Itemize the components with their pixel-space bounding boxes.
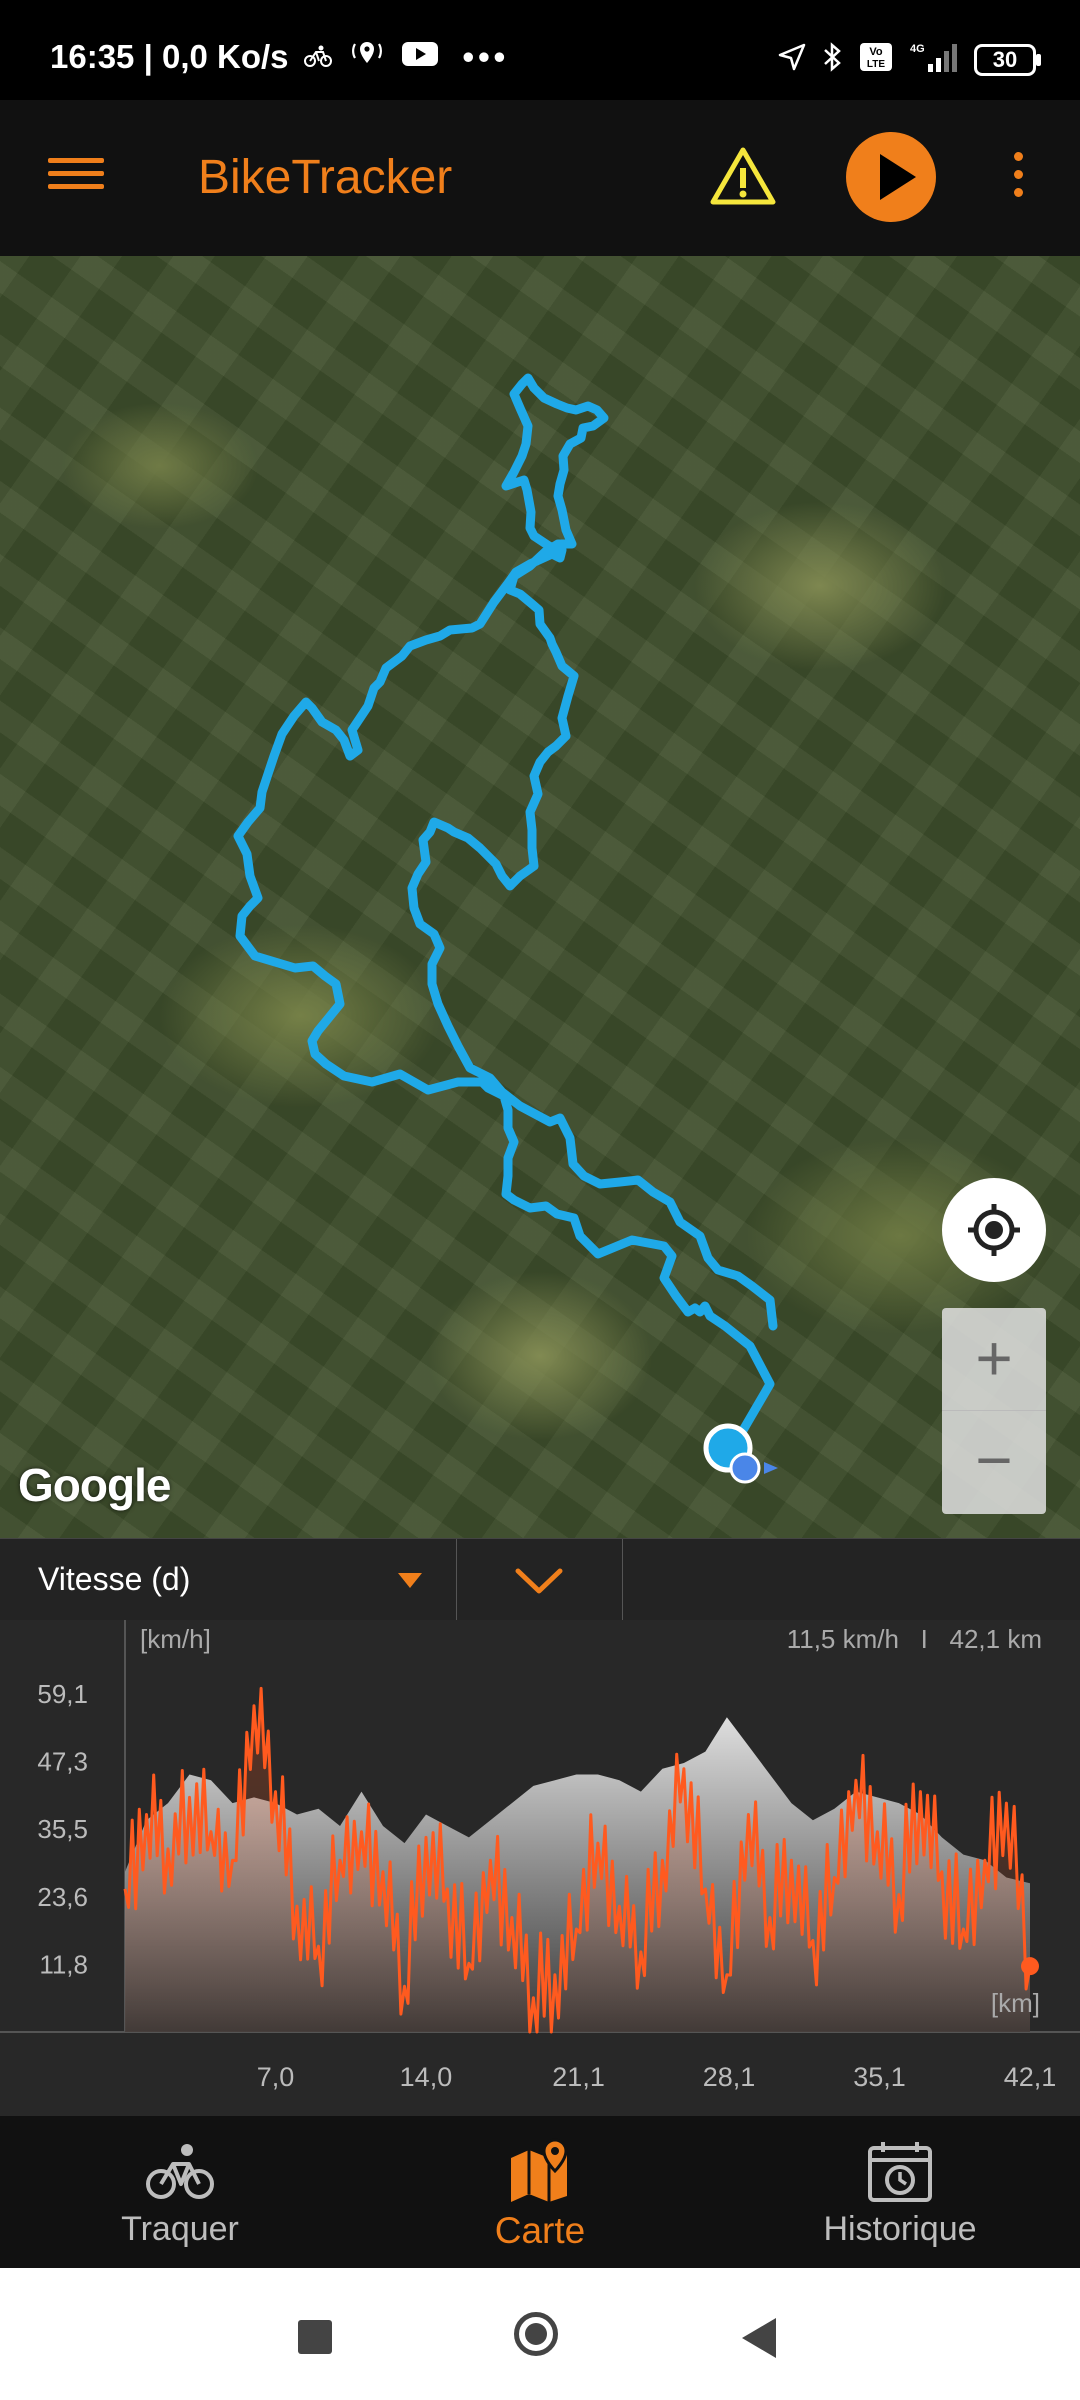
chart-y-unit: [km/h]: [140, 1624, 211, 1654]
status-left: 16:35 | 0,0 Ko/s •••: [50, 38, 509, 76]
x-tick-label: 28,1: [703, 2062, 756, 2092]
bottom-navigation: Traquer Carte Historique: [0, 2116, 1080, 2268]
navigation-arrow-icon: [776, 41, 808, 78]
x-tick-label: 35,1: [853, 2062, 906, 2092]
chart-canvas: 59,1 47,3 35,5 23,6 11,8 7,0 14,0 21,1 28,1 35,1…: [0, 1620, 1080, 2092]
x-tick-label: 7,0: [257, 2062, 295, 2092]
more-options-icon[interactable]: [1008, 152, 1028, 208]
google-logo: Google: [18, 1459, 171, 1511]
signal-strength-icon: 4G: [908, 40, 960, 79]
heading-arrow: [764, 1462, 778, 1474]
start-tracking-button[interactable]: [846, 132, 936, 222]
menu-hamburger-icon[interactable]: [48, 150, 104, 206]
route-track: [233, 373, 778, 1484]
back-button[interactable]: [742, 2318, 776, 2358]
y-tick-label: 35,5: [37, 1814, 88, 1844]
nav-label-traquer: Traquer: [121, 2210, 239, 2248]
speed-chart[interactable]: 59,1 47,3 35,5 23,6 11,8 7,0 14,0 21,1 28,1 35,1…: [0, 1620, 1080, 2116]
status-right: Vo LTE 4G 30: [776, 40, 1041, 79]
y-tick-label: 11,8: [39, 1949, 88, 1979]
zoom-out-button[interactable]: −: [942, 1411, 1046, 1513]
network-type-label: 4G: [910, 43, 925, 55]
y-tick-label: 47,3: [37, 1746, 88, 1776]
youtube-icon: [401, 38, 439, 76]
svg-text:Vo: Vo: [869, 46, 883, 58]
cyclist-icon: [146, 2144, 214, 2199]
dropdown-caret-icon: [398, 1573, 422, 1588]
x-tick-label: 42,1: [1004, 2062, 1057, 2092]
metric-dropdown-label: Vitesse (d): [38, 1561, 191, 1597]
y-tick-label: 23,6: [37, 1882, 88, 1912]
current-speed-point: [1021, 1957, 1039, 1976]
nav-tab-historique[interactable]: Historique: [720, 2116, 1080, 2268]
location-broadcast-icon: [347, 38, 387, 76]
y-tick-label: 59,1: [37, 1679, 88, 1709]
cyclist-status-icon: [303, 38, 333, 76]
system-navigation-bar: [0, 2268, 1080, 2400]
nav-tab-traquer[interactable]: Traquer: [0, 2116, 360, 2268]
map-pin-icon: [511, 2138, 568, 2202]
warning-icon[interactable]: [708, 144, 778, 210]
svg-text:LTE: LTE: [867, 59, 885, 70]
zoom-in-button[interactable]: +: [942, 1308, 1046, 1411]
app-title: BikeTracker: [198, 151, 453, 204]
bluetooth-icon: [822, 41, 844, 78]
status-time-speed: 16:35 | 0,0 Ko/s: [50, 38, 289, 75]
status-bar: 16:35 | 0,0 Ko/s ••• Vo LTE 4G 30: [0, 0, 1080, 100]
zoom-controls: + −: [942, 1308, 1046, 1514]
chart-readout: 11,5 km/h I 42,1 km: [787, 1624, 1042, 1654]
crosshair-icon: [968, 1204, 1020, 1256]
metric-dropdown[interactable]: Vitesse (d): [0, 1539, 457, 1621]
my-location-button[interactable]: [942, 1178, 1046, 1282]
map-view[interactable]: Google + −: [0, 256, 1080, 1538]
graph-selector-bar: Vitesse (d): [0, 1538, 1080, 1622]
nav-label-historique: Historique: [823, 2210, 977, 2248]
app-bar: BikeTracker: [0, 100, 1080, 256]
chevron-down-icon: [515, 1568, 563, 1594]
nav-tab-carte[interactable]: Carte: [360, 2116, 720, 2268]
battery-indicator: 30: [974, 43, 1041, 76]
chart-x-unit: [km]: [991, 1988, 1040, 2018]
history-calendar-icon: [868, 2142, 932, 2202]
current-position-marker: [729, 1452, 761, 1484]
volte-icon: Vo LTE: [858, 41, 894, 78]
x-tick-label: 14,0: [400, 2062, 453, 2092]
recent-apps-button[interactable]: [298, 2320, 332, 2354]
nav-label-carte: Carte: [494, 2210, 586, 2251]
expand-graph-button[interactable]: [456, 1539, 623, 1621]
status-overflow-dots: •••: [462, 38, 510, 75]
home-button[interactable]: [514, 2312, 558, 2356]
x-tick-label: 21,1: [552, 2062, 605, 2092]
